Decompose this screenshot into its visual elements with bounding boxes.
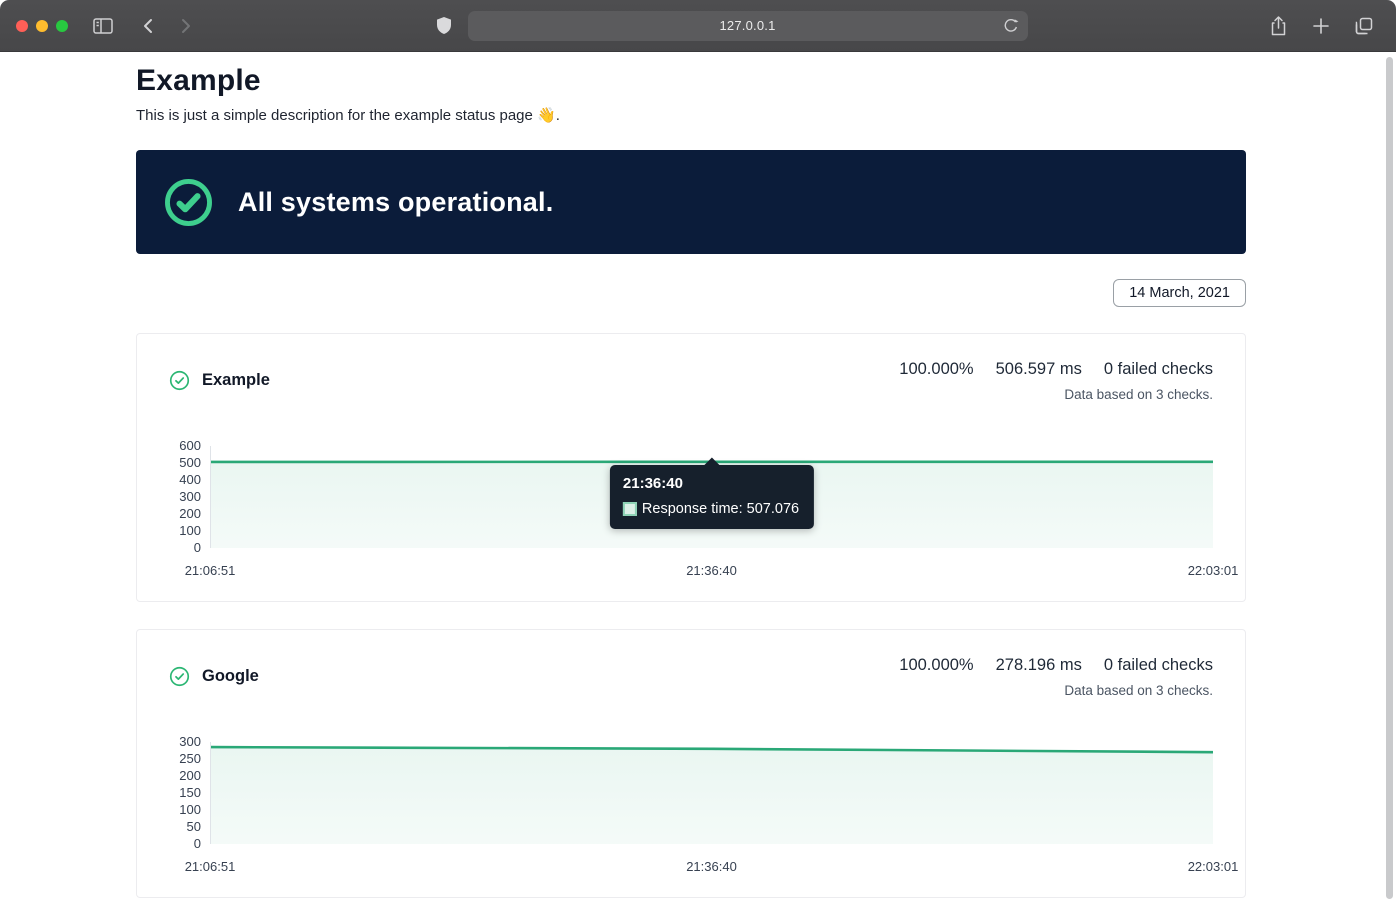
- y-tick-label: 250: [169, 751, 201, 767]
- monitor-card-example: Example 100.000% 506.597 ms 0 failed che…: [136, 333, 1246, 602]
- service-title: Google: [169, 666, 259, 687]
- window-controls: [16, 20, 68, 32]
- service-name: Google: [202, 667, 259, 686]
- response-time-chart: 6005004003002001000 21:36:40 Response ti…: [169, 446, 1213, 579]
- y-tick-label: 600: [169, 438, 201, 454]
- minimize-window-button[interactable]: [36, 20, 48, 32]
- x-tick-label: 22:03:01: [1188, 563, 1239, 578]
- area-line-series: [211, 742, 1213, 844]
- zoom-window-button[interactable]: [56, 20, 68, 32]
- x-tick-label: 21:36:40: [686, 563, 737, 578]
- y-tick-label: 200: [169, 768, 201, 784]
- page-title: Example: [136, 64, 1246, 98]
- date-picker-button[interactable]: 14 March, 2021: [1113, 279, 1246, 307]
- stats-note: Data based on 3 checks.: [899, 387, 1213, 402]
- service-title: Example: [169, 370, 270, 391]
- uptime-value: 100.000%: [899, 656, 973, 675]
- close-window-button[interactable]: [16, 20, 28, 32]
- chart-tooltip: 21:36:40 Response time: 507.076: [610, 465, 814, 529]
- stats-row: 100.000% 278.196 ms 0 failed checks: [899, 656, 1213, 675]
- status-page-content: Example This is just a simple descriptio…: [136, 52, 1246, 898]
- toolbar-right-icons: [1269, 15, 1374, 37]
- y-tick-label: 0: [169, 540, 201, 556]
- plot-column: 21:06:5121:36:4022:03:01: [210, 742, 1213, 875]
- share-icon[interactable]: [1269, 15, 1288, 37]
- plot-area[interactable]: [210, 742, 1213, 844]
- status-banner-text: All systems operational.: [238, 187, 553, 218]
- card-header: Google 100.000% 278.196 ms 0 failed chec…: [169, 656, 1213, 698]
- stats-row: 100.000% 506.597 ms 0 failed checks: [899, 360, 1213, 379]
- page-viewport: Example This is just a simple descriptio…: [0, 52, 1396, 905]
- date-row: 14 March, 2021: [136, 279, 1246, 307]
- y-tick-label: 400: [169, 472, 201, 488]
- tooltip-row: Response time: 507.076: [623, 501, 799, 517]
- y-axis-labels: 6005004003002001000: [169, 438, 201, 556]
- monitor-card-google: Google 100.000% 278.196 ms 0 failed chec…: [136, 629, 1246, 898]
- status-banner: All systems operational.: [136, 150, 1246, 254]
- x-axis-labels: 21:06:5121:36:4022:03:01: [210, 859, 1213, 875]
- x-tick-label: 21:06:51: [185, 859, 236, 874]
- service-name: Example: [202, 371, 270, 390]
- y-tick-label: 50: [169, 819, 201, 835]
- service-stats: 100.000% 506.597 ms 0 failed checks Data…: [899, 360, 1213, 402]
- x-axis-labels: 21:06:5121:36:4022:03:01: [210, 563, 1213, 579]
- page-description: This is just a simple description for th…: [136, 106, 1246, 124]
- series-swatch-icon: [623, 502, 637, 516]
- new-tab-icon[interactable]: [1312, 17, 1330, 35]
- y-tick-label: 100: [169, 802, 201, 818]
- sidebar-toggle-icon[interactable]: [92, 16, 114, 36]
- tooltip-value: Response time: 507.076: [642, 501, 799, 517]
- stats-note: Data based on 3 checks.: [899, 683, 1213, 698]
- back-button-icon[interactable]: [140, 17, 156, 35]
- card-header: Example 100.000% 506.597 ms 0 failed che…: [169, 360, 1213, 402]
- y-tick-label: 150: [169, 785, 201, 801]
- tab-overview-icon[interactable]: [1354, 16, 1374, 36]
- x-tick-label: 22:03:01: [1188, 859, 1239, 874]
- response-time-chart: 300250200150100500 21:06:5121:36:4022:03…: [169, 742, 1213, 875]
- y-tick-label: 300: [169, 489, 201, 505]
- scrollbar-thumb[interactable]: [1386, 57, 1393, 899]
- response-time-value: 506.597 ms: [996, 360, 1082, 379]
- y-axis-labels: 300250200150100500: [169, 734, 201, 852]
- browser-window: 127.0.0.1: [0, 0, 1396, 905]
- y-tick-label: 300: [169, 734, 201, 750]
- forward-button-icon[interactable]: [178, 17, 194, 35]
- y-tick-label: 0: [169, 836, 201, 852]
- y-tick-label: 200: [169, 506, 201, 522]
- failed-checks-value: 0 failed checks: [1104, 656, 1213, 675]
- y-tick-label: 500: [169, 455, 201, 471]
- address-bar[interactable]: 127.0.0.1: [468, 11, 1028, 41]
- plot-area[interactable]: 21:36:40 Response time: 507.076: [210, 446, 1213, 548]
- y-tick-label: 100: [169, 523, 201, 539]
- failed-checks-value: 0 failed checks: [1104, 360, 1213, 379]
- operational-check-icon: [164, 178, 213, 227]
- browser-toolbar: 127.0.0.1: [0, 0, 1396, 52]
- service-ok-icon: [169, 370, 190, 391]
- service-stats: 100.000% 278.196 ms 0 failed checks Data…: [899, 656, 1213, 698]
- x-tick-label: 21:06:51: [185, 563, 236, 578]
- privacy-shield-icon[interactable]: [436, 16, 452, 35]
- tooltip-time: 21:36:40: [623, 475, 799, 492]
- x-tick-label: 21:36:40: [686, 859, 737, 874]
- response-time-value: 278.196 ms: [996, 656, 1082, 675]
- reload-icon[interactable]: [1002, 17, 1019, 34]
- uptime-value: 100.000%: [899, 360, 973, 379]
- address-bar-url[interactable]: 127.0.0.1: [719, 18, 775, 33]
- plot-column: 21:36:40 Response time: 507.076 21:06:51…: [210, 446, 1213, 579]
- service-ok-icon: [169, 666, 190, 687]
